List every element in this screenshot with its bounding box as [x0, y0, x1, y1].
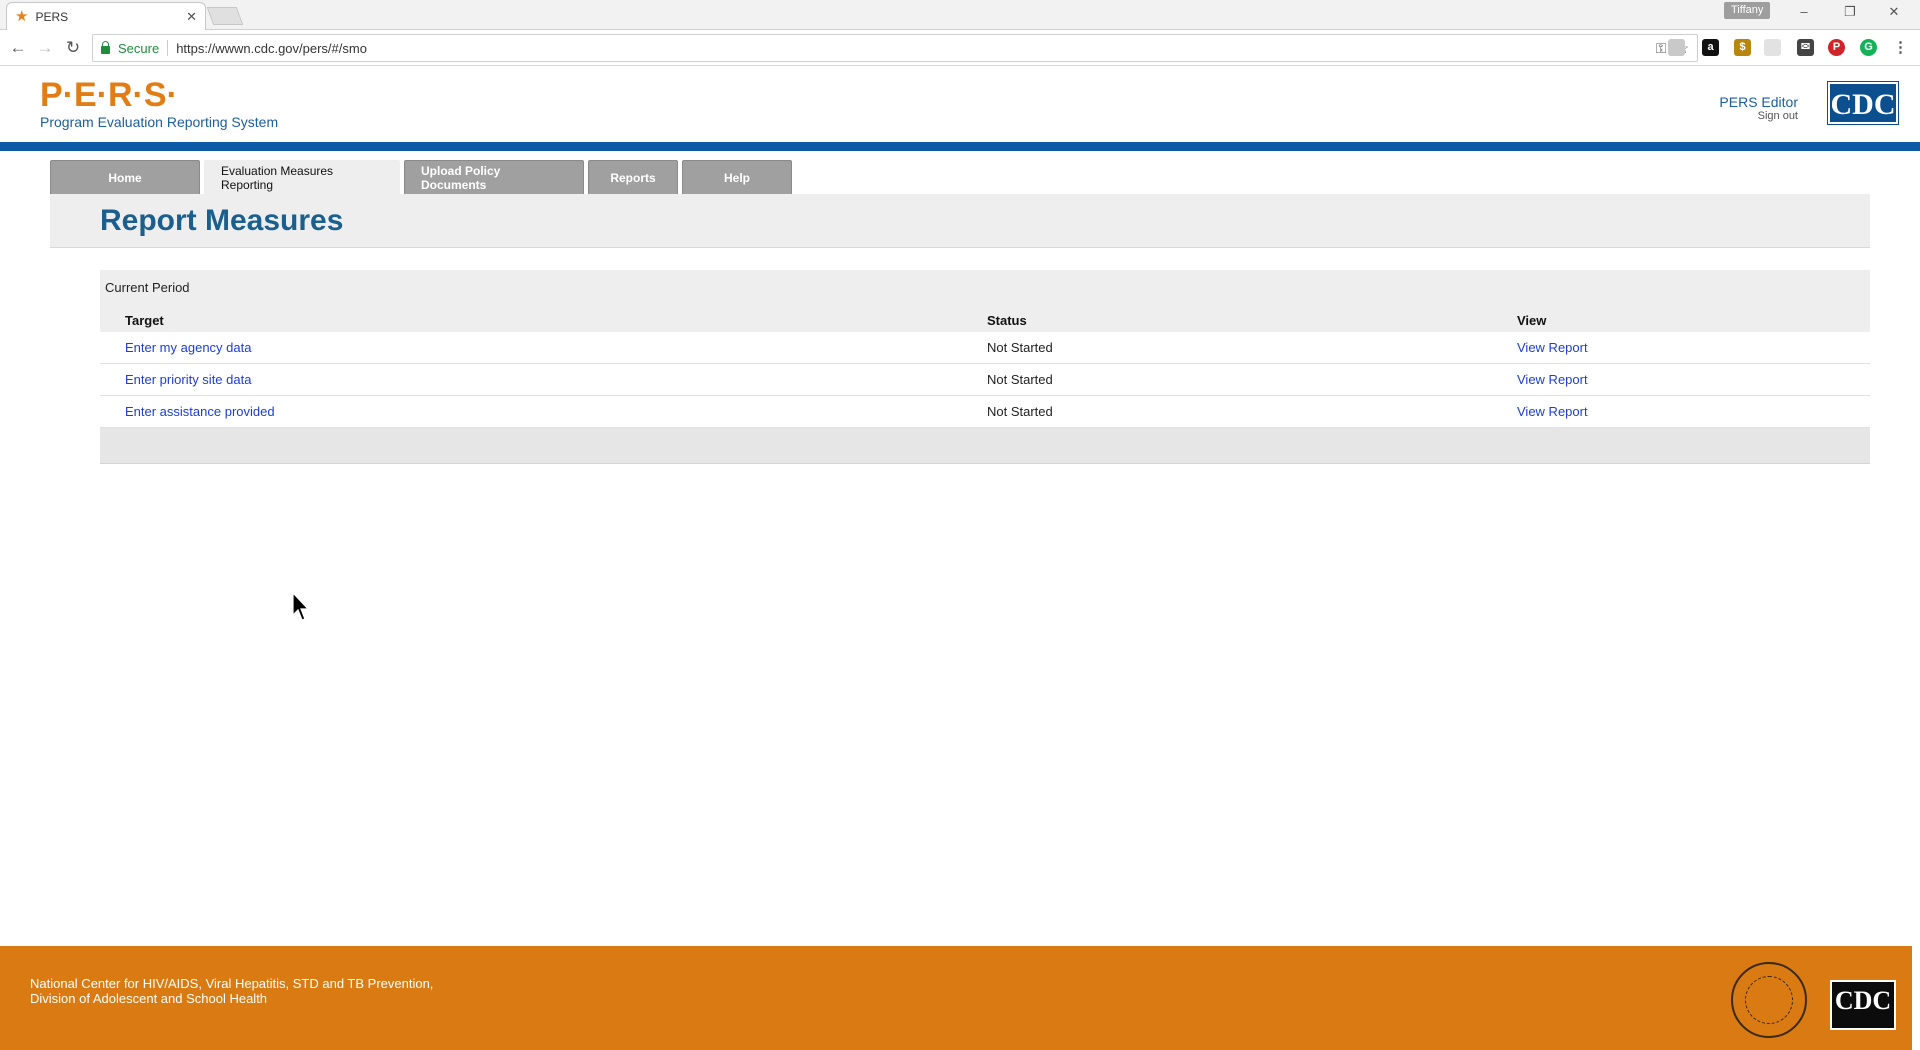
extension-cloud-icon[interactable] [1764, 39, 1781, 56]
pinterest-extension-icon[interactable]: P [1828, 39, 1845, 56]
period-label: Current Period [105, 280, 190, 295]
status-text: Not Started [987, 404, 1053, 419]
column-header-view: View [1517, 312, 1547, 328]
table-row: Enter priority site data Not Started Vie… [100, 364, 1870, 396]
tab-reports[interactable]: Reports [588, 160, 678, 194]
minimize-icon[interactable]: – [1790, 4, 1818, 19]
cdc-footer-logo-text: CDC [1834, 986, 1892, 1015]
star-favicon-icon: ★ [15, 8, 29, 25]
menu-kebab-icon[interactable]: ⋮ [1892, 39, 1909, 56]
browser-tab-title: PERS [35, 9, 69, 24]
status-text: Not Started [987, 372, 1053, 387]
status-text: Not Started [987, 340, 1053, 355]
measures-panel: Current Period Target Status View Enter … [100, 270, 1870, 464]
view-report-link[interactable]: View Report [1517, 340, 1588, 355]
back-arrow-icon[interactable]: ← [8, 38, 28, 58]
close-tab-icon[interactable]: ✕ [186, 9, 197, 25]
lock-icon [101, 40, 110, 54]
close-window-icon[interactable]: ✕ [1880, 4, 1908, 20]
site-header: P·E·R·S· Program Evaluation Reporting Sy… [0, 66, 1920, 142]
target-link[interactable]: Enter assistance provided [125, 404, 275, 419]
address-bar[interactable]: Secure https://wwwn.cdc.gov/pers/#/smo ⚿… [92, 34, 1698, 62]
grammarly-extension-icon[interactable]: G [1860, 39, 1877, 56]
pers-logo[interactable]: P·E·R·S· Program Evaluation Reporting Sy… [40, 78, 278, 130]
measures-table: Target Status View Enter my agency data … [100, 308, 1870, 428]
table-row: Enter my agency data Not Started View Re… [100, 332, 1870, 364]
honey-extension-icon[interactable]: $ [1734, 39, 1751, 56]
mail-extension-icon[interactable]: ✉ [1797, 39, 1814, 56]
amazon-extension-icon[interactable]: a [1702, 39, 1719, 56]
tab-help[interactable]: Help [682, 160, 792, 194]
browser-toolbar: ← → ↻ Secure https://wwwn.cdc.gov/pers/#… [0, 30, 1920, 66]
page-title: Report Measures [100, 204, 344, 237]
header-blue-band [0, 142, 1920, 151]
omnibox-divider [167, 40, 169, 56]
main-nav: Home Evaluation Measures Reporting Uploa… [50, 160, 792, 194]
url-text[interactable]: https://wwwn.cdc.gov/pers/#/smo [176, 41, 1656, 56]
pers-logo-subtitle: Program Evaluation Reporting System [40, 114, 279, 130]
restore-icon[interactable]: ❐ [1836, 4, 1864, 20]
footer-line-2: Division of Adolescent and School Health [30, 991, 268, 1006]
secure-label: Secure [118, 40, 160, 56]
user-name: PERS Editor [1719, 94, 1798, 110]
extension-pdf-icon[interactable] [1668, 39, 1685, 56]
table-header: Target Status View [100, 308, 1870, 332]
profile-badge[interactable]: Tiffany [1724, 2, 1771, 19]
table-footer [100, 428, 1870, 464]
view-report-link[interactable]: View Report [1517, 372, 1588, 387]
target-link[interactable]: Enter my agency data [125, 340, 251, 355]
sign-out-link[interactable]: Sign out [1719, 110, 1798, 122]
view-report-link[interactable]: View Report [1517, 404, 1588, 419]
pers-logo-mark: P·E·R·S· [40, 76, 178, 114]
new-tab-button[interactable] [206, 7, 244, 25]
tab-evaluation-measures-reporting[interactable]: Evaluation Measures Reporting [204, 160, 400, 194]
cdc-logo: CDC [1827, 81, 1899, 125]
hhs-seal-icon[interactable] [1731, 962, 1807, 1038]
target-link[interactable]: Enter priority site data [125, 372, 251, 387]
title-band: Report Measures [50, 194, 1870, 248]
browser-tabstrip: ★ PERS ✕ Tiffany – ❐ ✕ [0, 0, 1920, 30]
reload-icon[interactable]: ↻ [63, 38, 83, 58]
column-header-status: Status [987, 312, 1027, 328]
tab-home[interactable]: Home [50, 160, 200, 194]
footer-line-1: National Center for HIV/AIDS, Viral Hepa… [30, 976, 434, 991]
table-row: Enter assistance provided Not Started Vi… [100, 396, 1870, 428]
footer-text: National Center for HIV/AIDS, Viral Hepa… [30, 976, 433, 1006]
cdc-footer-logo[interactable]: CDC [1830, 980, 1896, 1030]
mouse-cursor-icon [292, 592, 310, 621]
key-icon[interactable]: ⚿ [1656, 40, 1667, 57]
site-footer: National Center for HIV/AIDS, Viral Hepa… [0, 946, 1912, 1050]
user-area: PERS Editor Sign out [1719, 94, 1798, 122]
column-header-target: Target [125, 312, 164, 328]
forward-arrow-icon[interactable]: → [35, 38, 55, 58]
tab-upload-policy-documents[interactable]: Upload Policy Documents [404, 160, 584, 194]
browser-tab[interactable]: ★ PERS ✕ [6, 2, 206, 30]
